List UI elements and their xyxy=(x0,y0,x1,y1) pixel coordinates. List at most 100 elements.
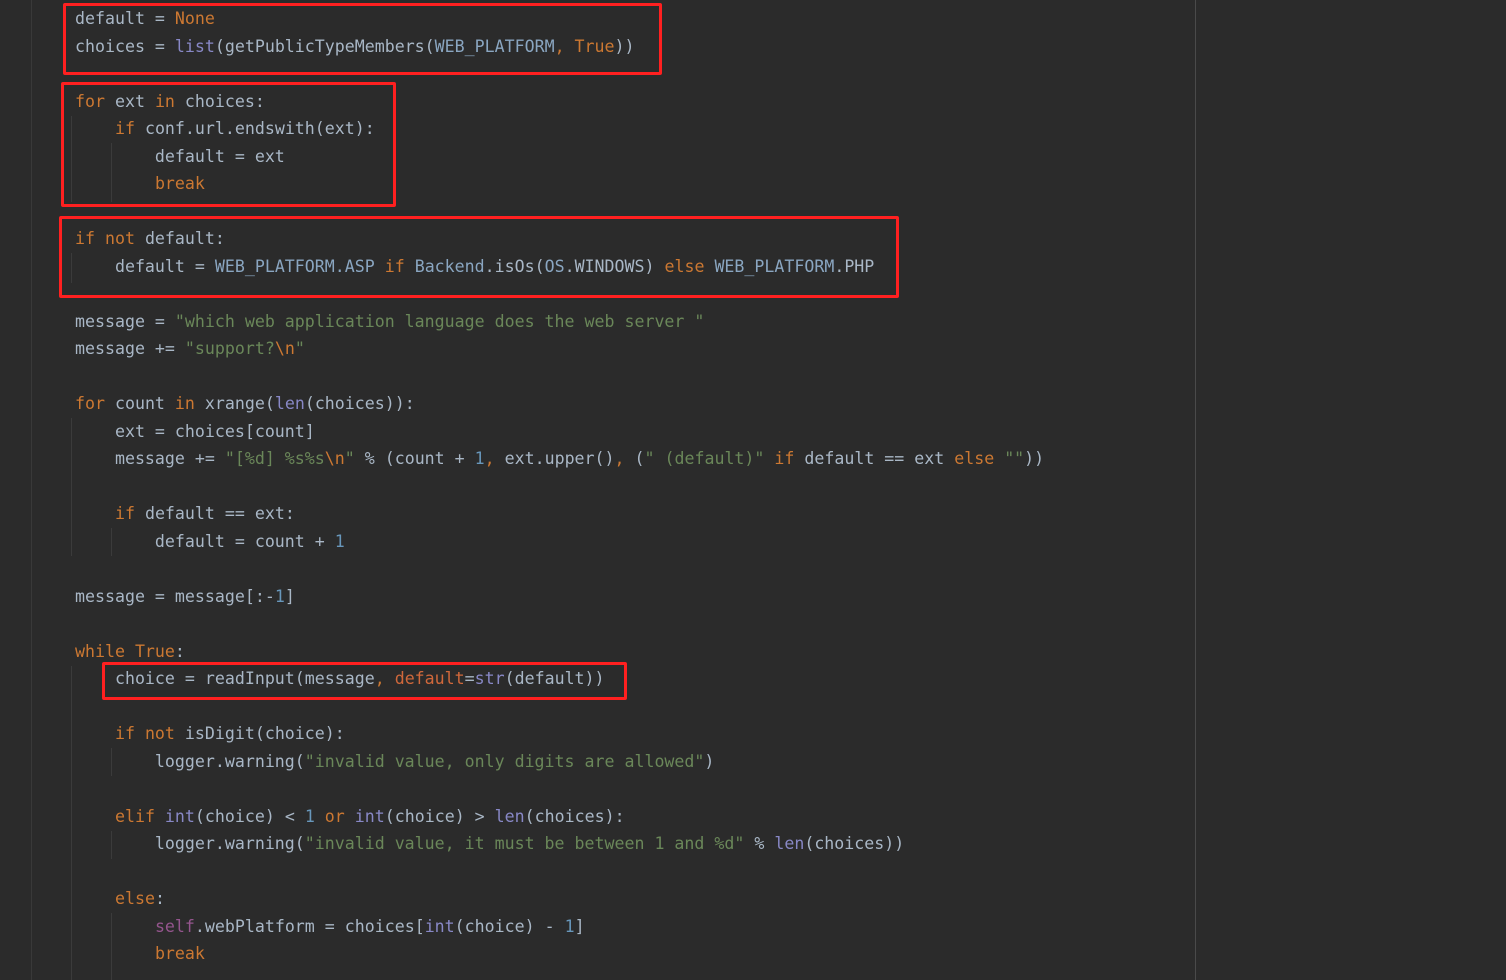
code-line[interactable]: logger.warning("invalid value, it must b… xyxy=(75,830,1044,858)
code-line[interactable] xyxy=(75,363,1044,391)
code-token: ( xyxy=(634,449,645,468)
code-token: int xyxy=(164,806,195,826)
code-token: message += xyxy=(75,339,185,358)
code-token: "which web application language does the… xyxy=(174,311,705,331)
code-line[interactable]: break xyxy=(75,940,1044,968)
code-token: ] xyxy=(284,586,295,606)
code-token: message = xyxy=(75,311,175,331)
code-token: ) xyxy=(704,751,715,771)
code-token: : xyxy=(154,889,165,908)
right-margin-guide xyxy=(1195,0,1196,980)
code-token: "invalid value, only digits are allowed" xyxy=(304,751,705,771)
code-line[interactable]: ext = choices[count] xyxy=(75,418,1044,446)
code-token: logger.warning( xyxy=(75,751,305,771)
code-line[interactable]: elif int(choice) < 1 or int(choice) > le… xyxy=(75,803,1044,831)
code-token: (choices)) xyxy=(804,834,905,853)
code-line[interactable]: message = message[:-1] xyxy=(75,583,1044,611)
code-token: len xyxy=(774,834,805,853)
gutter-divider xyxy=(31,0,32,980)
code-token: ext.upper() xyxy=(504,449,615,468)
highlight-box-read-input xyxy=(102,662,627,700)
code-token: 1 xyxy=(274,586,285,606)
code-line[interactable] xyxy=(75,858,1044,886)
code-line[interactable]: logger.warning("invalid value, only digi… xyxy=(75,748,1044,776)
code-token: count xyxy=(114,394,175,413)
code-token: default == ext xyxy=(804,449,955,468)
code-token: xrange( xyxy=(204,394,275,413)
code-token: , xyxy=(484,449,505,468)
code-line[interactable]: if default == ext: xyxy=(75,500,1044,528)
code-token: " (default)" xyxy=(644,449,775,468)
code-token: (choices)): xyxy=(304,394,415,413)
code-line[interactable] xyxy=(75,473,1044,501)
code-token: isDigit(choice): xyxy=(184,724,345,743)
code-line[interactable] xyxy=(75,555,1044,583)
code-token: in xyxy=(174,394,205,413)
code-token: message = message[:- xyxy=(75,586,275,606)
code-line[interactable]: message += "[%d] %s%s\n" % (count + 1, e… xyxy=(75,445,1044,473)
code-line[interactable]: message += "support?\n" xyxy=(75,335,1044,363)
code-token: if not xyxy=(114,724,185,743)
code-line[interactable]: if not isDigit(choice): xyxy=(75,720,1044,748)
code-token: % (count + xyxy=(354,449,475,468)
code-token: while True xyxy=(75,641,175,661)
code-line[interactable] xyxy=(75,610,1044,638)
code-token: .webPlatform = choices[ xyxy=(194,916,425,936)
code-token: "" xyxy=(1004,449,1025,468)
code-token: ] xyxy=(574,916,585,936)
code-token: (choice) > xyxy=(384,806,495,826)
code-token: : xyxy=(174,641,185,661)
code-token: ext = choices[count] xyxy=(75,421,315,441)
code-token: , xyxy=(614,449,635,468)
code-token: int xyxy=(354,806,385,826)
code-token: (choice) - xyxy=(454,916,565,936)
code-line[interactable]: for count in xrange(len(choices)): xyxy=(75,390,1044,418)
indent-guide xyxy=(71,666,72,980)
code-token: (choice) < xyxy=(194,806,305,826)
code-token: message += xyxy=(75,449,225,468)
code-token: if xyxy=(774,449,805,468)
code-token: else xyxy=(954,449,1005,468)
code-token: int xyxy=(424,916,455,936)
code-token: 1 xyxy=(334,531,345,551)
code-token: "[%d] %s%s xyxy=(224,449,325,468)
code-token: % xyxy=(744,834,775,853)
code-token: logger.warning( xyxy=(75,834,305,853)
code-token: default = count + xyxy=(75,531,335,551)
code-token: "invalid value, it must be between 1 and… xyxy=(304,834,745,853)
code-token: )) xyxy=(1024,449,1045,468)
code-token: 1 xyxy=(304,806,325,826)
code-token: break xyxy=(154,944,205,963)
code-line[interactable]: while True: xyxy=(75,638,1044,666)
code-line[interactable]: else: xyxy=(75,885,1044,913)
code-token: or xyxy=(324,806,355,826)
highlight-box-for-loop xyxy=(61,82,396,207)
code-token: " xyxy=(294,339,305,358)
code-token: \n xyxy=(274,339,295,358)
code-token: default == ext: xyxy=(144,504,295,523)
code-token: 1 xyxy=(564,916,575,936)
highlight-box-defaults xyxy=(63,3,662,75)
code-line[interactable] xyxy=(75,775,1044,803)
code-token: if xyxy=(114,504,145,523)
code-token: " xyxy=(344,449,355,468)
code-token: len xyxy=(274,394,305,413)
code-token: self xyxy=(154,916,195,936)
code-token: len xyxy=(494,806,525,826)
code-token: for xyxy=(75,394,115,413)
code-line[interactable]: self.webPlatform = choices[int(choice) -… xyxy=(75,913,1044,941)
code-line[interactable]: default = count + 1 xyxy=(75,528,1044,556)
indent-guide xyxy=(71,418,72,556)
code-token: else xyxy=(114,889,155,908)
code-token: 1 xyxy=(474,449,485,468)
highlight-box-if-not-default xyxy=(59,216,899,298)
code-token: (choices): xyxy=(524,806,625,826)
code-token: elif xyxy=(114,806,165,826)
code-line[interactable]: message = "which web application languag… xyxy=(75,308,1044,336)
